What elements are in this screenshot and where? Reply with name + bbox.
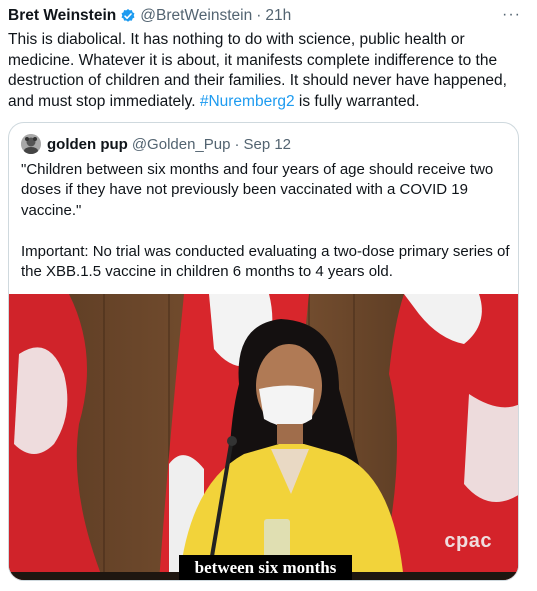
quoted-author-name[interactable]: golden pup xyxy=(47,136,128,153)
tweet[interactable]: Bret Weinstein @BretWeinstein · 21h ··· … xyxy=(0,0,537,591)
quoted-tweet-header: golden pup @Golden_Pup · Sep 12 xyxy=(21,133,291,155)
quoted-paragraph-2: Important: No trial was conducted evalua… xyxy=(21,242,510,281)
tweet-header: Bret Weinstein @BretWeinstein · 21h xyxy=(8,5,525,27)
video-frame-illustration xyxy=(9,294,518,580)
quoted-author-handle[interactable]: @Golden_Pup xyxy=(132,136,231,153)
quoted-author-avatar[interactable] xyxy=(21,134,41,154)
video-thumbnail[interactable]: cpac between six months xyxy=(9,294,518,580)
broadcaster-logo: cpac xyxy=(444,530,492,552)
hashtag-link[interactable]: #Nuremberg2 xyxy=(200,93,295,110)
author-name[interactable]: Bret Weinstein xyxy=(8,7,116,25)
header-separator: · xyxy=(256,7,262,24)
tweet-text-tail: is fully warranted. xyxy=(294,92,420,110)
quoted-header-separator: · xyxy=(234,135,240,153)
author-handle[interactable]: @BretWeinstein xyxy=(140,7,252,25)
quoted-tweet[interactable]: golden pup @Golden_Pup · Sep 12 "Childre… xyxy=(8,122,519,581)
video-caption: between six months xyxy=(179,555,352,580)
quoted-paragraph-1: "Children between six months and four ye… xyxy=(21,161,494,219)
tweet-text: This is diabolical. It has nothing to do… xyxy=(8,30,524,112)
quoted-tweet-date[interactable]: Sep 12 xyxy=(243,136,291,153)
quoted-tweet-text: "Children between six months and four ye… xyxy=(21,160,511,282)
tweet-timestamp[interactable]: 21h xyxy=(265,7,291,25)
more-options-icon[interactable]: ··· xyxy=(502,6,521,24)
verified-badge-icon xyxy=(120,8,136,24)
